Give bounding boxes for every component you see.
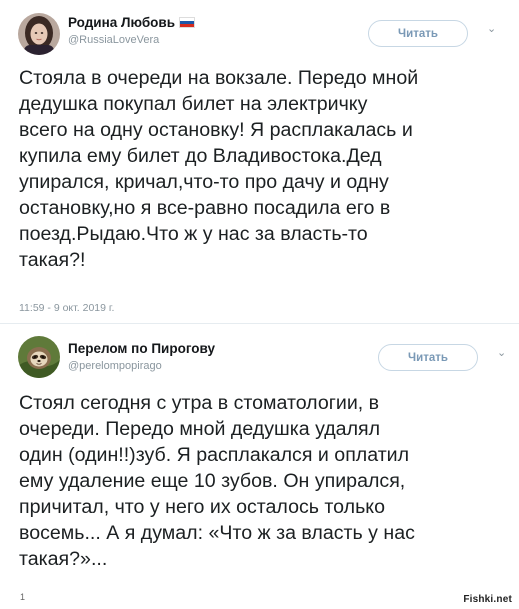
sloth-avatar-icon [18, 336, 60, 378]
tweet-text-line: восемь... А я думал: «Что ж за власть у … [19, 522, 415, 544]
follow-button[interactable]: Читать [368, 20, 468, 47]
tweet-text-line: упирался, кричал,что-то про дачу и одну [19, 171, 389, 193]
user-handle[interactable]: @RussiaLoveVera [68, 34, 159, 46]
tweet-card: Родина Любовь @RussiaLoveVera Читать ⌄ С… [0, 0, 519, 324]
tweet-text: Стоял сегодня с утра в стоматологии, в о… [19, 390, 415, 572]
tweet-text-line: очереди. Передо мной дедушка удалял [19, 418, 381, 440]
tweet-text-line: дедушка покупал билет на электричку [19, 93, 368, 115]
tweet-text-line: такая?»... [19, 548, 108, 570]
avatar[interactable] [18, 13, 60, 55]
display-name-text: Родина Любовь [68, 15, 176, 30]
tweet-text-line: один (один!!)зуб. Я расплакался и оплати… [19, 444, 410, 466]
display-name-text: Перелом по Пирогову [68, 341, 215, 356]
follow-button[interactable]: Читать [378, 344, 478, 371]
tweet-text-line: Стоял сегодня с утра в стоматологии, в [19, 392, 380, 414]
tweet-card: Перелом по Пирогову @perelompopirago Чит… [0, 324, 519, 609]
tweet-text-line: такая?! [19, 249, 86, 271]
tweet-text-line: всего на одну остановку! Я расплакалась … [19, 119, 413, 141]
tweet-text-line: причитал, что у него их осталось только [19, 496, 385, 518]
tweet-text: Стояла в очереди на вокзале. Передо мной… [19, 65, 418, 273]
display-name[interactable]: Перелом по Пирогову [68, 341, 215, 356]
tweet-text-line: ему удаление еще 10 зубов. Он упирался, [19, 470, 406, 492]
tweet-text-line: остановку,но я все-равно посадила его в [19, 197, 391, 219]
woman-portrait-avatar-icon [18, 13, 60, 55]
site-watermark: Fishki.net [460, 593, 515, 606]
chevron-down-icon[interactable]: ⌄ [487, 24, 496, 35]
tweet-text-line: купила ему билет до Владивостока.Дед [19, 145, 382, 167]
tweet-text-line: Стояла в очереди на вокзале. Передо мной [19, 67, 419, 89]
russian-flag-icon [179, 17, 196, 28]
stray-mark: 1 [20, 592, 26, 602]
avatar[interactable] [18, 336, 60, 378]
chevron-down-icon[interactable]: ⌄ [497, 348, 506, 359]
tweet-text-line: поезд.Рыдаю.Что ж у нас за власть-то [19, 223, 368, 245]
display-name[interactable]: Родина Любовь [68, 15, 196, 30]
tweet-timestamp[interactable]: 11:59 - 9 окт. 2019 г. [19, 302, 114, 314]
user-handle[interactable]: @perelompopirago [68, 360, 162, 372]
